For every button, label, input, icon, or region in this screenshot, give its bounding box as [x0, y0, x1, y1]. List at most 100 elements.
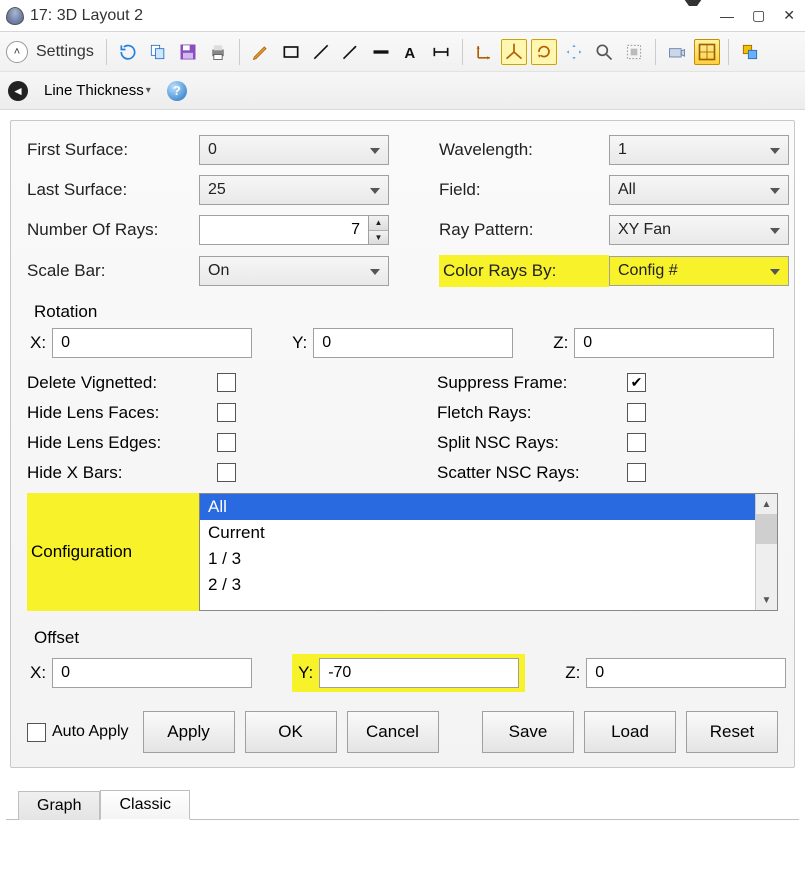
hide-lens-edges-label: Hide Lens Edges: — [27, 433, 217, 453]
last-surface-combo[interactable]: 25 — [199, 175, 389, 205]
off-x-input[interactable] — [61, 664, 243, 682]
pencil-icon[interactable] — [248, 39, 274, 65]
color-rays-combo[interactable]: Config # — [609, 256, 789, 286]
off-y-input[interactable] — [328, 664, 510, 682]
axes-3d-icon[interactable] — [501, 39, 527, 65]
clock-icon[interactable]: ◄ — [8, 81, 28, 101]
rot-z-input[interactable] — [583, 334, 765, 352]
hide-x-bars-checkbox[interactable] — [217, 463, 236, 482]
hide-lens-faces-label: Hide Lens Faces: — [27, 403, 217, 423]
hide-lens-faces-checkbox[interactable] — [217, 403, 236, 422]
number-rays-label: Number Of Rays: — [27, 220, 199, 240]
arrow-icon[interactable] — [338, 39, 364, 65]
list-item[interactable]: 1 / 3 — [200, 546, 755, 572]
title-bar: 17: 3D Layout 2 — ▢ ✕ — [0, 0, 805, 32]
zoom-icon[interactable] — [591, 39, 617, 65]
ray-pattern-combo[interactable]: XY Fan — [609, 215, 789, 245]
scatter-nsc-label: Scatter NSC Rays: — [437, 463, 627, 483]
wavelength-label: Wavelength: — [439, 140, 609, 160]
window-title: 17: 3D Layout 2 — [30, 7, 680, 25]
configuration-listbox[interactable]: All Current 1 / 3 2 / 3 ▲ ▼ — [199, 493, 778, 611]
refresh-icon[interactable] — [115, 39, 141, 65]
scroll-up-icon[interactable]: ▲ — [756, 494, 777, 514]
list-item[interactable]: 2 / 3 — [200, 572, 755, 598]
reset-button[interactable]: Reset — [686, 711, 778, 753]
save-button[interactable]: Save — [482, 711, 574, 753]
apply-button[interactable]: Apply — [143, 711, 235, 753]
rectangle-icon[interactable] — [278, 39, 304, 65]
scroll-thumb[interactable] — [756, 514, 777, 544]
hide-x-bars-label: Hide X Bars: — [27, 463, 217, 483]
rotate-icon[interactable] — [531, 39, 557, 65]
copy-icon[interactable] — [145, 39, 171, 65]
tab-classic[interactable]: Classic — [100, 790, 190, 820]
rot-x-input[interactable] — [61, 334, 243, 352]
load-button[interactable]: Load — [584, 711, 676, 753]
off-z-input[interactable] — [595, 664, 777, 682]
svg-text:A: A — [404, 44, 415, 61]
rot-z-label: Z: — [553, 333, 568, 353]
suppress-frame-checkbox[interactable]: ✔ — [627, 373, 646, 392]
off-x-label: X: — [30, 663, 46, 683]
line-horiz-icon[interactable] — [368, 39, 394, 65]
line-diag-icon[interactable] — [308, 39, 334, 65]
off-y-label: Y: — [298, 663, 313, 683]
cancel-button[interactable]: Cancel — [347, 711, 439, 753]
configuration-label: Configuration — [27, 493, 199, 611]
layers-icon[interactable] — [737, 39, 763, 65]
split-nsc-checkbox[interactable] — [627, 433, 646, 452]
tab-graph[interactable]: Graph — [18, 791, 100, 820]
ok-button[interactable]: OK — [245, 711, 337, 753]
target-icon[interactable] — [694, 39, 720, 65]
number-rays-input[interactable] — [208, 221, 360, 239]
fletch-rays-label: Fletch Rays: — [437, 403, 627, 423]
spin-down-icon[interactable]: ▼ — [369, 231, 388, 245]
line-thickness-dropdown[interactable]: Line Thickness — [44, 82, 151, 99]
split-nsc-label: Split NSC Rays: — [437, 433, 627, 453]
toolbar-primary: ˄ Settings A — [0, 32, 805, 72]
collapse-settings-icon[interactable]: ˄ — [6, 41, 28, 63]
maximize-button[interactable]: ▢ — [748, 5, 769, 26]
close-button[interactable]: ✕ — [779, 5, 799, 26]
scale-bar-label: Scale Bar: — [27, 261, 199, 281]
wavelength-combo[interactable]: 1 — [609, 135, 789, 165]
first-surface-combo[interactable]: 0 — [199, 135, 389, 165]
color-rays-label: Color Rays By: — [439, 255, 609, 287]
scatter-nsc-checkbox[interactable] — [627, 463, 646, 482]
off-z-label: Z: — [565, 663, 580, 683]
scale-bar-combo[interactable]: On — [199, 256, 389, 286]
rot-y-input[interactable] — [322, 334, 504, 352]
text-A-icon[interactable]: A — [398, 39, 424, 65]
list-item[interactable]: All — [200, 494, 755, 520]
pan-icon[interactable] — [561, 39, 587, 65]
fit-icon[interactable] — [621, 39, 647, 65]
minimize-button[interactable]: — — [716, 6, 738, 26]
fletch-rays-checkbox[interactable] — [627, 403, 646, 422]
field-label: Field: — [439, 180, 609, 200]
print-icon[interactable] — [205, 39, 231, 65]
settings-panel: First Surface: 0 Wavelength: 1 Last Surf… — [10, 120, 795, 768]
help-icon[interactable]: ? — [167, 81, 187, 101]
auto-apply-label: Auto Apply — [52, 723, 129, 741]
dimension-icon[interactable] — [428, 39, 454, 65]
hide-lens-edges-checkbox[interactable] — [217, 433, 236, 452]
toolbar-secondary: ◄ Line Thickness ? — [0, 72, 805, 110]
offset-title: Offset — [28, 626, 777, 654]
bottom-tabs: Graph Classic — [0, 778, 805, 820]
spin-up-icon[interactable]: ▲ — [369, 216, 388, 231]
auto-apply-checkbox[interactable] — [27, 723, 46, 742]
dropdown-icon[interactable] — [680, 6, 706, 26]
suppress-frame-label: Suppress Frame: — [437, 373, 627, 393]
settings-label[interactable]: Settings — [36, 43, 94, 61]
listbox-scrollbar[interactable]: ▲ ▼ — [755, 494, 777, 610]
rot-x-label: X: — [30, 333, 46, 353]
number-rays-spinner[interactable]: ▲▼ — [199, 215, 389, 245]
rot-y-label: Y: — [292, 333, 307, 353]
camera-icon[interactable] — [664, 39, 690, 65]
axes-2d-icon[interactable] — [471, 39, 497, 65]
delete-vignetted-checkbox[interactable] — [217, 373, 236, 392]
list-item[interactable]: Current — [200, 520, 755, 546]
field-combo[interactable]: All — [609, 175, 789, 205]
save-icon[interactable] — [175, 39, 201, 65]
scroll-down-icon[interactable]: ▼ — [756, 590, 777, 610]
